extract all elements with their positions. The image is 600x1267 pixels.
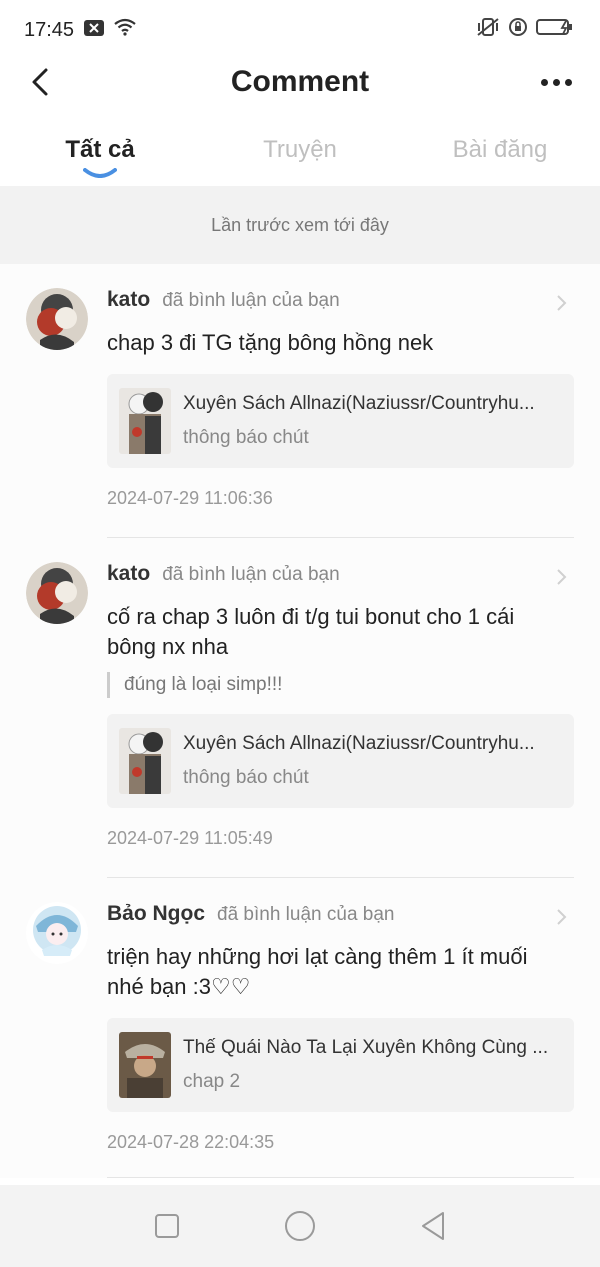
status-left: 17:45 [24,18,136,42]
story-cover [119,388,171,454]
story-info: Xuyên Sách Allnazi(Naziussr/Countryhu...… [183,733,553,789]
comment-header: kato đã bình luận của bạn [107,288,574,314]
tab-all-label: Tất cả [65,136,135,163]
comment-timestamp: 2024-07-28 22:04:35 [107,1132,275,1152]
tab-posts[interactable]: Bài đăng [400,104,600,186]
back-nav-button[interactable] [413,1206,453,1246]
recent-apps-button[interactable] [147,1206,187,1246]
battery-icon [536,18,576,42]
tab-stories[interactable]: Truyện [200,104,400,186]
more-dot [552,78,560,86]
comment-timestamp: 2024-07-29 11:06:36 [107,488,273,508]
story-title: Xuyên Sách Allnazi(Naziussr/Countryhu... [183,393,535,414]
comment-body: Bảo Ngọc đã bình luận của bạn triện hay … [107,902,574,1178]
back-button[interactable] [22,64,58,100]
story-link[interactable]: Xuyên Sách Allnazi(Naziussr/Countryhu...… [107,374,574,468]
more-button[interactable] [534,64,578,100]
story-title: Xuyên Sách Allnazi(Naziussr/Countryhu... [183,733,535,754]
home-button[interactable] [280,1206,320,1246]
username[interactable]: Bảo Ngọc [107,902,205,926]
comment-body: kato đã bình luận của bạn cố ra chap 3 l… [107,562,574,878]
comment-timestamp: 2024-07-29 11:05:49 [107,828,273,848]
story-info: Xuyên Sách Allnazi(Naziussr/Countryhu...… [183,393,553,449]
chevron-left-icon [32,68,48,96]
story-link[interactable]: Xuyên Sách Allnazi(Naziussr/Countryhu...… [107,714,574,808]
comment-text: triện hay những hơi lạt càng thêm 1 ít m… [107,944,528,999]
page-title: Comment [230,65,370,98]
comment-card[interactable]: kato đã bình luận của bạn cố ra chap 3 l… [0,538,600,878]
action-text: đã bình luận của bạn [217,904,395,925]
tab-active-indicator [83,168,117,178]
triangle-back-icon [422,1212,445,1240]
more-dot [564,78,572,86]
username[interactable]: kato [107,288,150,312]
comment-feed: kato đã bình luận của bạn chap 3 đi TG t… [0,264,600,1178]
comment-body: kato đã bình luận của bạn chap 3 đi TG t… [107,288,574,538]
chevron-right-icon [557,569,567,585]
story-subtitle: chap 2 [183,1071,241,1092]
comment-text: cố ra chap 3 luôn đi t/g tui bonut cho 1… [107,604,515,659]
status-time: 17:45 [24,18,75,41]
story-link[interactable]: Thế Quái Nào Ta Lại Xuyên Không Cùng ...… [107,1018,574,1112]
circle-icon [284,1211,315,1241]
wifi-icon [114,18,136,42]
status-bar: 17:45 [0,0,600,60]
more-dots-icon [540,78,548,86]
quoted-comment: đúng là loại simp!!! [107,672,574,698]
chevron-right-icon [557,909,567,925]
tab-bar: Tất cả Truyện Bài đăng [0,104,600,186]
avatar[interactable] [26,562,88,624]
chevron-right-icon [557,295,567,311]
tab-all[interactable]: Tất cả [0,104,200,186]
notification-x-icon [84,19,105,42]
tab-stories-label: Truyện [263,136,337,163]
comment-header: kato đã bình luận của bạn [107,562,574,588]
story-info: Thế Quái Nào Ta Lại Xuyên Không Cùng ...… [183,1037,553,1093]
vibrate-icon [476,17,500,43]
story-cover [119,1032,171,1098]
status-right [476,17,576,43]
username[interactable]: kato [107,562,150,586]
comment-card[interactable]: Bảo Ngọc đã bình luận của bạn triện hay … [0,878,600,1178]
comment-card[interactable]: kato đã bình luận của bạn chap 3 đi TG t… [0,264,600,538]
avatar[interactable] [26,902,88,964]
comment-header: Bảo Ngọc đã bình luận của bạn [107,902,574,928]
story-cover [119,728,171,794]
story-subtitle: thông báo chút [183,427,309,448]
last-seen-notice: Lần trước xem tới đây [0,186,600,264]
story-subtitle: thông báo chút [183,767,309,788]
story-title: Thế Quái Nào Ta Lại Xuyên Không Cùng ... [183,1037,549,1058]
tab-posts-label: Bài đăng [452,136,548,163]
nav-bar: Comment [0,60,600,104]
action-text: đã bình luận của bạn [162,290,340,311]
action-text: đã bình luận của bạn [162,564,340,585]
system-nav-bar [0,1185,600,1267]
avatar[interactable] [26,288,88,350]
comment-text: chap 3 đi TG tặng bông hồng nek [107,330,434,355]
square-icon [154,1214,179,1238]
rotation-lock-icon [508,17,528,43]
